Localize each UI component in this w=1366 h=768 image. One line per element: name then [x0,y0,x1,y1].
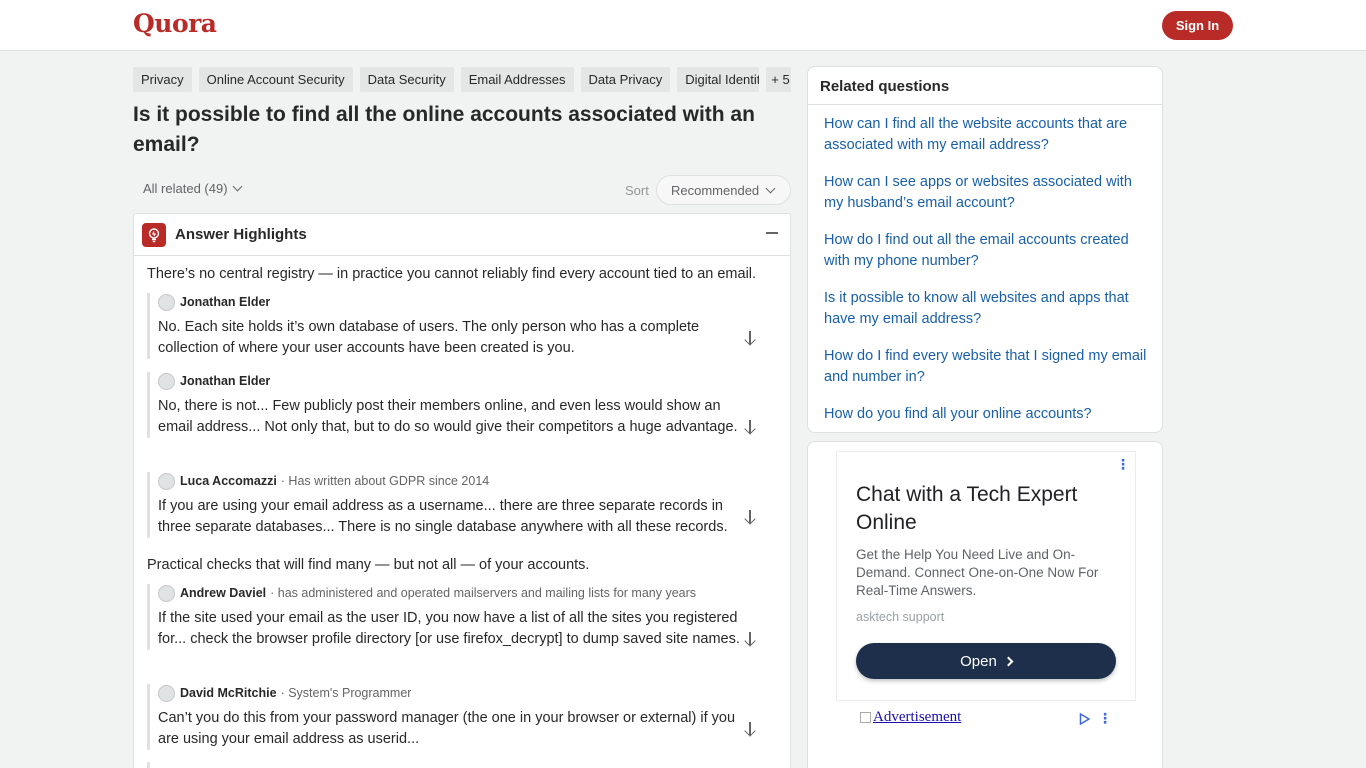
arrow-down-icon[interactable] [743,509,757,525]
ad-open-label: Open [960,652,997,670]
related-question-link[interactable]: Is it possible to know all websites and … [824,288,1149,330]
avatar [158,684,175,702]
sort-dropdown[interactable]: Recommended [656,175,791,205]
tag-digital-identity[interactable]: Digital Identit [677,67,760,92]
all-related-dropdown[interactable]: All related (49) [143,181,242,196]
highlight-quote[interactable]: Jonathan Elder No, there is not... Few p… [147,372,777,438]
answer-highlights-title: Answer Highlights [175,226,307,243]
avatar [158,584,175,602]
related-questions-panel: Related questions How can I find all the… [807,66,1163,433]
author-credential: · Has written about GDPR since 2014 [280,474,490,488]
highlight-quote[interactable]: David McRitchie · System's Programmer Can… [147,684,777,750]
avatar [158,372,175,390]
author-credential: · System's Programmer [280,686,412,700]
quote-text: Can’t you do this from your password man… [158,710,736,747]
highlight-quote[interactable]: Luca Accomazzi · Has written about GDPR s… [147,472,777,538]
quote-text: If the site used your email as the user … [158,610,740,647]
adchoices-icon[interactable] [1079,712,1090,725]
tag-online-account-security[interactable]: Online Account Security [198,67,353,92]
lightbulb-icon [142,222,166,247]
author-name[interactable]: Jonathan Elder [180,295,270,309]
ad-creative[interactable]: ⋮ Chat with a Tech Expert Online Get the… [836,451,1136,701]
advertisement-label: Advertisement [873,709,962,725]
avatar [158,293,175,311]
quote-text: If you are using your email address as a… [158,498,728,535]
sort-value: Recommended [671,182,760,198]
sort-label: Sort [625,183,649,198]
arrow-down-icon[interactable] [743,419,757,435]
related-question-link[interactable]: How do I find out all the email accounts… [824,230,1149,272]
highlight-summary: Practical checks that will find many — b… [147,557,590,573]
arrow-down-icon[interactable] [743,721,757,737]
chevron-down-icon [765,183,776,193]
all-related-label: All related (49) [143,181,228,196]
highlight-quote[interactable]: Andrew Daviel · has administered and oper… [147,584,777,650]
author-name[interactable]: David McRitchie [180,686,277,700]
question-title: Is it possible to find all the online ac… [133,103,755,156]
related-question-link[interactable]: How do I find every website that I signe… [824,346,1149,388]
ad-title[interactable]: Chat with a Tech Expert Online [856,481,1116,537]
answer-highlights-card: Answer Highlights There’s no central reg… [133,213,791,768]
tag-data-privacy[interactable]: Data Privacy [580,67,671,92]
ad-open-button[interactable]: Open [856,643,1116,679]
ad-menu-icon[interactable]: ⋮ [1116,456,1130,473]
related-question-link[interactable]: How can I find all the website accounts … [824,114,1149,156]
related-question-link[interactable]: How do you find all your online accounts… [824,404,1149,425]
author-name[interactable]: Luca Accomazzi [180,474,277,488]
quote-text: No. Each site holds it’s own database of… [158,319,700,356]
collapse-icon[interactable] [766,232,778,234]
related-questions-title: Related questions [808,67,1162,105]
avatar [158,472,175,490]
answer-highlights-header[interactable]: Answer Highlights [134,214,790,256]
highlight-quote[interactable]: Jonathan Elder No. Each site holds it’s … [147,293,777,359]
highlight-summary: There’s no central registry — in practic… [147,266,757,282]
sign-in-button[interactable]: Sign In [1162,11,1233,40]
author-name[interactable]: Andrew Daviel [180,586,266,600]
quora-logo[interactable]: Quora [133,9,217,38]
ad-body: Get the Help You Need Live and On-Demand… [856,547,1099,598]
chevron-right-icon [1003,656,1014,666]
more-tags-button[interactable]: + 5 [766,67,791,92]
topic-tags: Privacy Online Account Security Data Sec… [133,67,791,92]
tag-data-security[interactable]: Data Security [359,67,454,92]
ad-options-icon[interactable]: ⋮ [1098,710,1112,727]
advertisement-link[interactable]: Advertisement [860,709,961,726]
tag-email-addresses[interactable]: Email Addresses [460,67,574,92]
tag-privacy[interactable]: Privacy [133,67,192,92]
top-bar: Quora Sign In [0,0,1366,51]
related-question-link[interactable]: How can I see apps or websites associate… [824,172,1149,214]
quote-text: No, there is not... Few publicly post th… [158,398,738,435]
ad-source[interactable]: asktech support [856,610,944,624]
author-name[interactable]: Jonathan Elder [180,374,270,388]
arrow-down-icon[interactable] [743,330,757,346]
broken-image-icon [860,712,871,723]
ad-container: ⋮ Chat with a Tech Expert Online Get the… [807,441,1163,768]
chevron-down-icon [232,181,242,192]
highlight-quote[interactable] [147,762,777,768]
ad-choices[interactable]: ⋮ [1079,710,1112,727]
arrow-down-icon[interactable] [743,631,757,647]
author-credential: · has administered and operated mailserv… [270,586,697,600]
